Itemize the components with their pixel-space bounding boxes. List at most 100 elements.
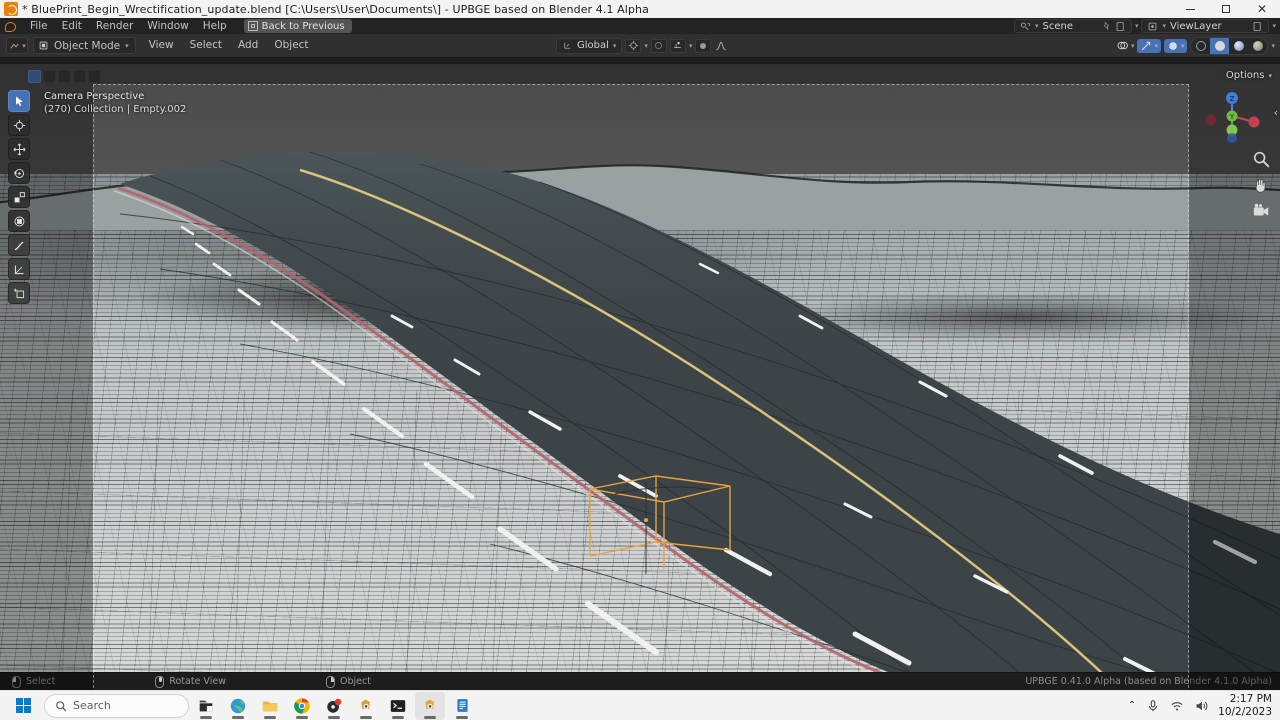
measure-icon xyxy=(14,264,24,274)
subrow-icon-3[interactable] xyxy=(58,70,71,83)
overlays-icon[interactable] xyxy=(1116,39,1129,52)
windows-start-button[interactable] xyxy=(8,693,38,719)
scene-selector[interactable]: ▾ Scene xyxy=(1013,19,1132,33)
tweak-select-tool[interactable] xyxy=(8,90,30,112)
viewlayer-dropdown-icon[interactable]: ▾ xyxy=(1272,22,1276,30)
orientation-icon xyxy=(564,42,571,49)
blender-icon xyxy=(4,2,18,16)
subrow-icon-1[interactable] xyxy=(28,70,41,83)
object-origin-dot xyxy=(644,518,648,522)
annotate-tool[interactable] xyxy=(8,234,30,256)
viewport-info-text: Camera Perspective (270) Collection | Em… xyxy=(44,90,186,116)
windows-taskbar: Search ⌃ 2:17 PM 10/2/2023 xyxy=(0,690,1280,720)
viewport-menu-select[interactable]: Select xyxy=(183,37,229,54)
proportional-toggle[interactable] xyxy=(695,38,712,53)
taskbar-terminal[interactable] xyxy=(383,692,413,720)
taskbar-media[interactable] xyxy=(319,692,349,720)
menu-render[interactable]: Render xyxy=(89,18,140,34)
road-mesh xyxy=(113,150,1280,690)
taskbar-file-explorer[interactable] xyxy=(191,692,221,720)
transform-orientation-selector[interactable]: Global ▾ xyxy=(556,37,623,54)
zoom-icon[interactable] xyxy=(1252,150,1270,168)
media-icon xyxy=(327,698,342,713)
editor-type-selector[interactable]: ▾ xyxy=(6,37,28,54)
pan-hand-icon[interactable] xyxy=(1252,176,1270,194)
camera-view-icon[interactable] xyxy=(1252,202,1270,220)
microphone-icon[interactable] xyxy=(1146,699,1160,713)
shading-solid-button[interactable] xyxy=(1210,37,1230,54)
menu-edit[interactable]: Edit xyxy=(55,18,89,34)
back-to-previous-button[interactable]: Back to Previous xyxy=(243,19,352,33)
taskbar-chrome[interactable] xyxy=(287,692,317,720)
proportional-editing-button[interactable] xyxy=(650,38,667,53)
wifi-icon[interactable] xyxy=(1170,699,1184,713)
show-hidden-icons-icon[interactable]: ⌃ xyxy=(1128,700,1136,711)
taskbar-clock[interactable]: 2:17 PM 10/2/2023 xyxy=(1218,693,1272,719)
menu-file[interactable]: File xyxy=(23,18,55,34)
viewlayer-selector[interactable]: ▾ ViewLayer xyxy=(1141,19,1270,33)
maximize-button[interactable] xyxy=(1208,0,1244,18)
gizmo-axis-x-pos xyxy=(1248,116,1260,128)
sidebar-collapse-icon[interactable]: ‹ xyxy=(1274,106,1278,119)
mouse-left-icon xyxy=(12,675,21,688)
menu-window[interactable]: Window xyxy=(140,18,195,34)
mouse-right-icon xyxy=(325,675,335,688)
shading-wireframe-button[interactable] xyxy=(1191,38,1210,54)
snap-magnet-button[interactable] xyxy=(625,38,642,53)
scene-dropdown-icon[interactable]: ▾ xyxy=(1135,22,1139,30)
status-label-select: Select xyxy=(26,676,56,687)
shading-rendered-button[interactable] xyxy=(1248,38,1267,54)
pin-icon[interactable] xyxy=(1101,20,1112,32)
windows-start-icon xyxy=(15,698,31,713)
volume-icon[interactable] xyxy=(1194,699,1208,713)
taskbar-upbge[interactable] xyxy=(415,691,445,720)
taskbar-weather[interactable] xyxy=(223,692,253,720)
viewport-menu-object[interactable]: Object xyxy=(267,37,315,54)
transform-orientation-label: Global xyxy=(577,40,609,51)
scene-info-label: (270) Collection | Empty.002 xyxy=(44,104,187,115)
taskbar-search-box[interactable]: Search xyxy=(44,693,189,718)
taskbar-notes[interactable] xyxy=(447,692,477,720)
viewport-menu-view[interactable]: View xyxy=(142,37,181,54)
taskbar-folder[interactable] xyxy=(255,692,285,720)
svg-text:Y: Y xyxy=(1229,113,1235,121)
rotate-tool[interactable] xyxy=(8,162,30,184)
weather-globe-icon xyxy=(230,698,246,713)
minimize-button[interactable] xyxy=(1172,0,1208,18)
subrow-icon-2[interactable] xyxy=(43,70,56,83)
window-titlebar: * BluePrint_Begin_Wrectification_update.… xyxy=(0,0,1280,18)
measure-tool[interactable] xyxy=(8,258,30,280)
subrow-icon-4[interactable] xyxy=(73,70,86,83)
gizmo-icon[interactable] xyxy=(1140,40,1152,52)
shading-material-preview-button[interactable] xyxy=(1229,38,1248,54)
interaction-mode-selector[interactable]: Object Mode ▾ xyxy=(33,37,136,54)
menu-help[interactable]: Help xyxy=(196,18,234,34)
selected-object-wireframe[interactable] xyxy=(560,424,760,574)
viewport-nav-tools xyxy=(1252,150,1270,220)
snap-target-button[interactable] xyxy=(669,38,686,53)
clock-time: 2:17 PM xyxy=(1229,692,1272,705)
annotate-icon xyxy=(14,241,23,250)
falloff-curve-icon[interactable] xyxy=(714,40,728,52)
object-mode-icon xyxy=(39,41,48,50)
viewport-menu-add[interactable]: Add xyxy=(231,37,265,54)
close-button[interactable]: ✕ xyxy=(1244,0,1280,18)
taskbar-blender[interactable] xyxy=(351,692,381,720)
new-viewlayer-icon[interactable] xyxy=(1252,21,1263,32)
blender-logo-icon[interactable] xyxy=(4,20,17,32)
add-cube-tool[interactable] xyxy=(8,282,30,304)
3d-viewport[interactable]: Camera Perspective (270) Collection | Em… xyxy=(0,64,1280,690)
status-item-select: Select xyxy=(12,675,56,688)
snap-magnet-icon xyxy=(628,40,639,51)
svg-text:Z: Z xyxy=(1230,95,1235,103)
subrow-icon-5[interactable] xyxy=(88,70,101,83)
move-tool[interactable] xyxy=(8,138,30,160)
cursor-tool[interactable] xyxy=(8,114,30,136)
navigation-gizmo[interactable]: Z Y xyxy=(1202,86,1262,146)
viewport-options-dropdown[interactable]: Options ▾ xyxy=(1226,70,1272,81)
xray-icon[interactable] xyxy=(1167,40,1179,52)
new-scene-icon[interactable] xyxy=(1115,21,1126,32)
transform-tool[interactable] xyxy=(8,210,30,232)
viewport-header: ▾ Object Mode ▾ View Select Add Object G… xyxy=(0,34,1280,58)
scale-tool[interactable] xyxy=(8,186,30,208)
